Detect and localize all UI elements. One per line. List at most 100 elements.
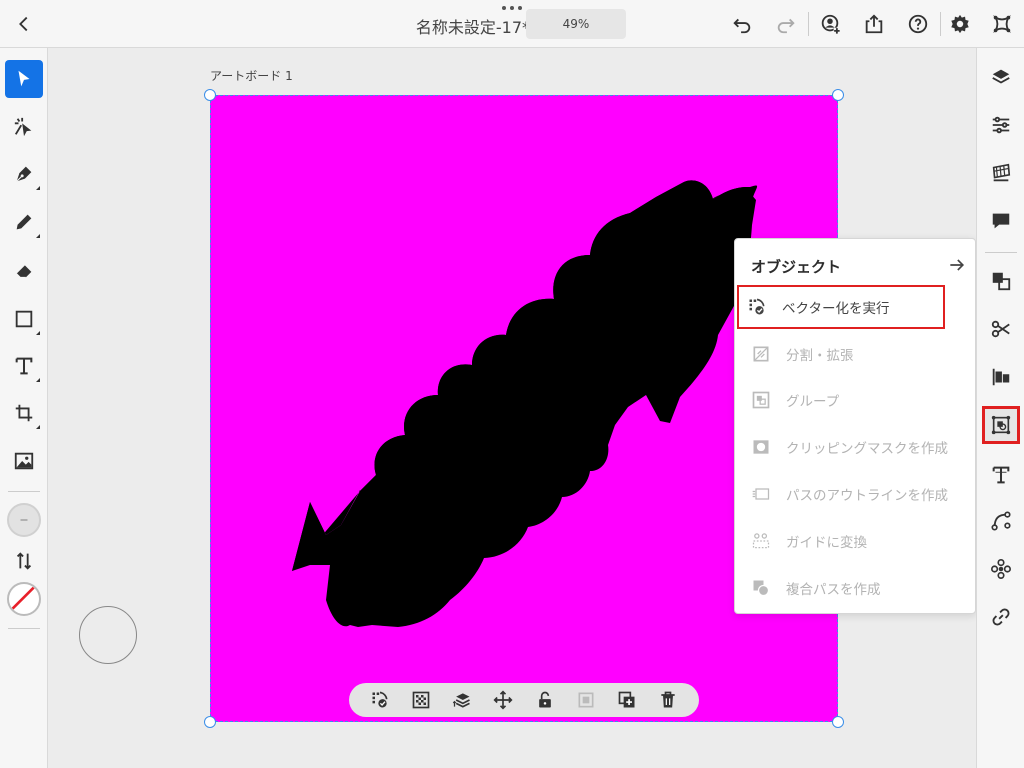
resize-handle-top-right[interactable]: [832, 89, 844, 101]
vectorize-button[interactable]: [366, 686, 394, 714]
scissors-icon: [991, 320, 1010, 338]
pen-tool[interactable]: [5, 155, 43, 193]
menu-item-group[interactable]: グループ: [743, 380, 969, 420]
divider: [985, 252, 1017, 253]
move-button[interactable]: [489, 686, 517, 714]
crop-tool[interactable]: [5, 394, 43, 432]
direct-select-icon: [14, 117, 32, 137]
livestream-button[interactable]: [986, 8, 1018, 40]
repeat-button[interactable]: [984, 552, 1018, 586]
resize-handle-bottom-right[interactable]: [832, 716, 844, 728]
context-toolbar: [349, 683, 699, 717]
popover-title: オブジェクト: [751, 258, 842, 276]
stroke-swatch[interactable]: [7, 582, 41, 616]
divider: [940, 12, 941, 36]
object-icon: [991, 415, 1011, 435]
duplicate-disabled-button[interactable]: [572, 686, 600, 714]
opacity-icon: [412, 691, 430, 709]
minus-icon: [20, 519, 28, 521]
fill-swatch[interactable]: [7, 503, 41, 537]
scissors-button[interactable]: [984, 312, 1018, 346]
document-title[interactable]: 名称未設定-17*: [380, 14, 530, 38]
clipping-mask-icon: [753, 440, 769, 454]
transform-button[interactable]: [984, 264, 1018, 298]
link-button[interactable]: [984, 600, 1018, 634]
top-bar: 名称未設定-17* 49%: [0, 0, 1024, 48]
rectangle-tool[interactable]: [5, 300, 43, 338]
lock-button[interactable]: [531, 686, 559, 714]
guide-icon: [752, 533, 770, 549]
help-button[interactable]: [902, 8, 934, 40]
align-button[interactable]: [984, 360, 1018, 394]
move-icon: [493, 690, 513, 710]
arrow-right-icon[interactable]: [947, 255, 967, 275]
menu-item-label: グループ: [786, 394, 840, 410]
swap-colors-button[interactable]: [5, 542, 43, 580]
character-icon: [992, 466, 1010, 484]
more-options-icon[interactable]: [500, 4, 524, 12]
direct-selection-tool[interactable]: [5, 108, 43, 146]
type-tool[interactable]: [5, 347, 43, 385]
duplicate-icon: [618, 691, 635, 708]
eraser-icon: [16, 265, 32, 278]
divider: [8, 491, 40, 492]
layers-icon: [992, 69, 1010, 84]
path-button[interactable]: [984, 504, 1018, 538]
menu-item-convert-guide[interactable]: ガイドに変換: [743, 521, 969, 561]
rectangle-icon: [15, 310, 33, 328]
align-icon: [992, 368, 1010, 386]
path-icon: [991, 511, 1011, 531]
share-button[interactable]: [858, 8, 890, 40]
pencil-icon: [16, 214, 32, 230]
back-button[interactable]: [8, 8, 40, 40]
lock-icon: [538, 691, 551, 708]
selection-tool[interactable]: [5, 60, 43, 98]
crop-icon: [15, 404, 33, 422]
expand-icon: [753, 346, 769, 362]
delete-button[interactable]: [654, 686, 682, 714]
comments-icon: [992, 213, 1010, 229]
menu-item-label: 分割・拡張: [786, 348, 854, 364]
image-tool[interactable]: [5, 442, 43, 480]
share-icon: [865, 14, 883, 34]
no-color-icon: [11, 586, 35, 610]
object-panel-button[interactable]: [982, 406, 1020, 444]
arrange-button[interactable]: [448, 686, 476, 714]
arrange-icon: [452, 693, 470, 708]
undo-icon: [733, 18, 751, 34]
redo-button[interactable]: [770, 8, 802, 40]
resize-handle-top-left[interactable]: [204, 89, 216, 101]
menu-item-compound-path[interactable]: 複合パスを作成: [743, 568, 969, 608]
duplicate-disabled-icon: [578, 692, 594, 708]
help-icon: [908, 14, 928, 34]
properties-button[interactable]: [984, 108, 1018, 142]
pen-icon: [16, 166, 32, 182]
menu-item-outline-stroke[interactable]: パスのアウトラインを作成: [743, 474, 969, 514]
zoom-level[interactable]: 49%: [526, 9, 626, 39]
settings-button[interactable]: [944, 8, 976, 40]
pencil-tool[interactable]: [5, 203, 43, 241]
menu-item-label: ガイドに変換: [786, 535, 867, 551]
invite-button[interactable]: [814, 8, 846, 40]
swatches-button[interactable]: [984, 156, 1018, 190]
undo-button[interactable]: [726, 8, 758, 40]
image-icon: [14, 452, 34, 470]
menu-item-expand[interactable]: 分割・拡張: [743, 334, 969, 374]
object-popover: オブジェクト ベクター化を実行 分割・拡張 グループ クリッピングマスクを作成 …: [734, 238, 976, 614]
character-button[interactable]: [984, 458, 1018, 492]
eraser-tool[interactable]: [5, 251, 43, 289]
menu-item-vectorize[interactable]: ベクター化を実行: [737, 285, 945, 329]
duplicate-button[interactable]: [613, 686, 641, 714]
layers-button[interactable]: [984, 60, 1018, 94]
add-user-icon: [821, 14, 841, 35]
right-panel-bar: [976, 48, 1024, 768]
opacity-button[interactable]: [407, 686, 435, 714]
compound-path-icon: [753, 580, 770, 597]
menu-item-clipping-mask[interactable]: クリッピングマスクを作成: [743, 427, 969, 467]
divider: [808, 12, 809, 36]
comments-button[interactable]: [984, 204, 1018, 238]
touch-shortcut[interactable]: [79, 606, 137, 664]
artboard-label[interactable]: アートボード 1: [210, 67, 293, 84]
resize-handle-bottom-left[interactable]: [204, 716, 216, 728]
divider: [8, 628, 40, 629]
